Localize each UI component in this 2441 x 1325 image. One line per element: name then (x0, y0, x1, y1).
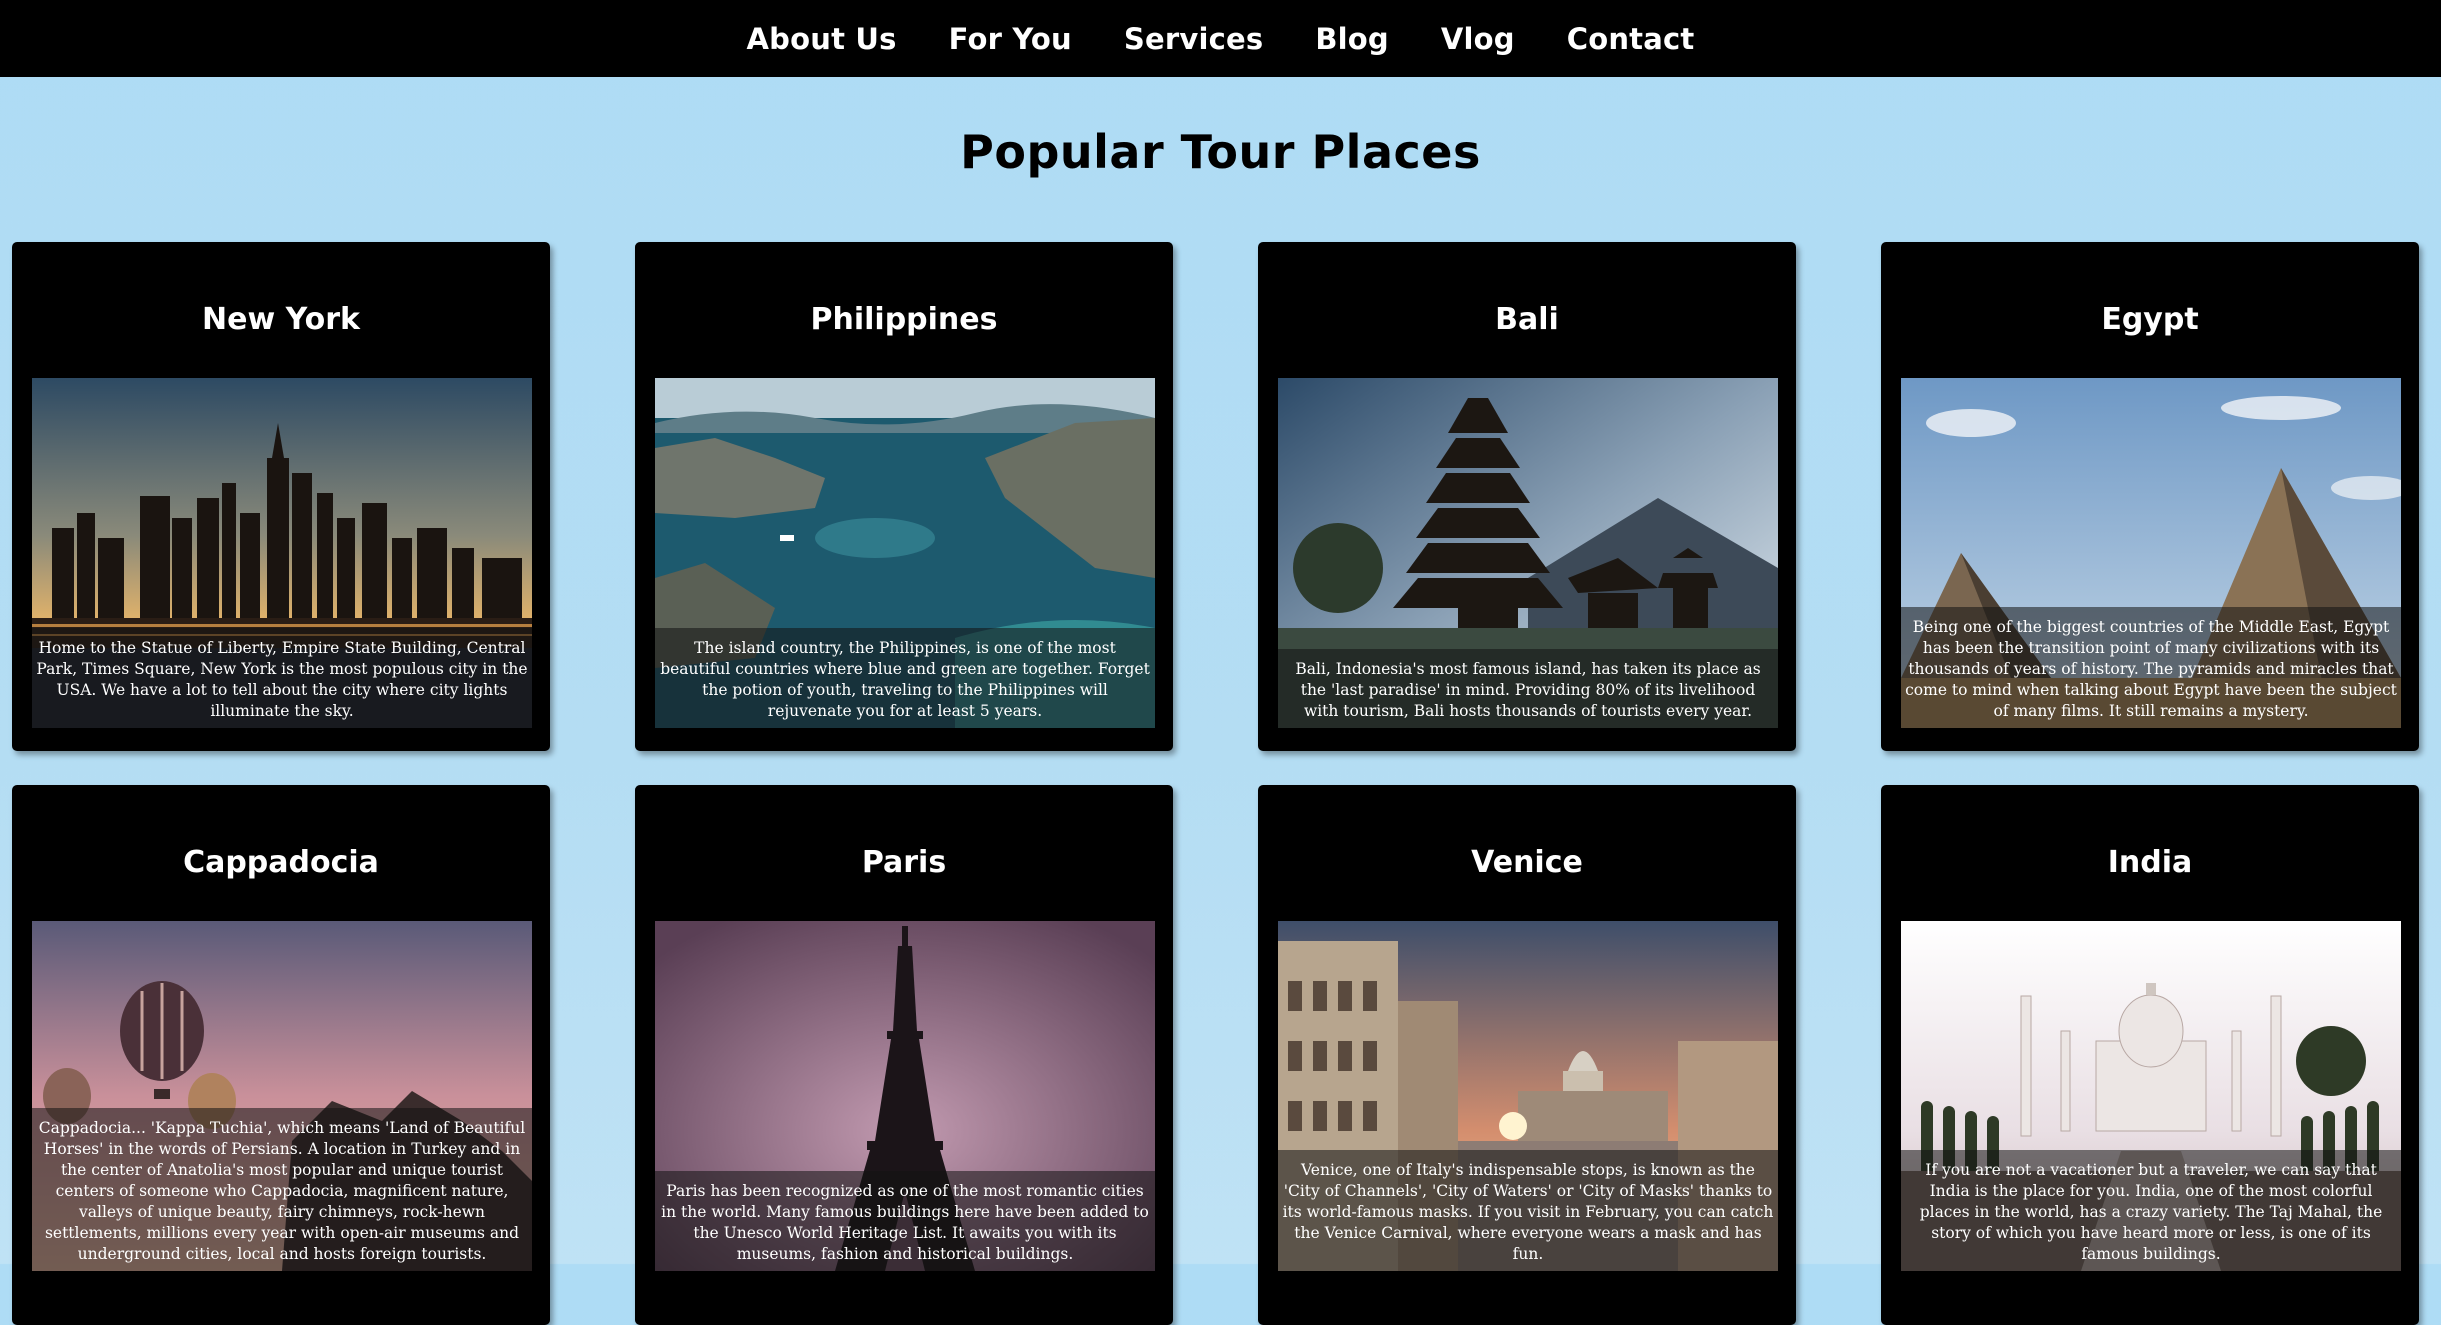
place-card-india[interactable]: India If you are not a vacationer but a … (1881, 785, 2419, 1325)
place-card-new-york[interactable]: New York Home to the Statue of Liberty, … (12, 242, 550, 751)
place-description: Venice, one of Italy's indispensable sto… (1278, 1150, 1778, 1271)
venice-canal-image: Venice, one of Italy's indispensable sto… (1278, 921, 1778, 1271)
bali-temple-image: Bali, Indonesia's most famous island, ha… (1278, 378, 1778, 728)
place-description: Being one of the biggest countries of th… (1901, 607, 2401, 728)
place-card-paris[interactable]: Paris Paris has been recognized as one o… (635, 785, 1173, 1325)
place-title: Bali (1495, 302, 1559, 337)
place-card-cappadocia[interactable]: Cappadocia Cappadocia... 'Kappa Tuchia',… (12, 785, 550, 1325)
place-description: Cappadocia... 'Kappa Tuchia', which mean… (32, 1108, 532, 1271)
paris-eiffel-tower-image: Paris has been recognized as one of the … (655, 921, 1155, 1271)
place-title: Egypt (2101, 302, 2199, 337)
new-york-skyline-image: Home to the Statue of Liberty, Empire St… (32, 378, 532, 728)
place-description: Paris has been recognized as one of the … (655, 1171, 1155, 1271)
places-grid: New York Home to the Statue of Liberty, … (0, 0, 2441, 1325)
place-title: Paris (861, 845, 947, 880)
place-card-venice[interactable]: Venice Venice, one of Italy's indispensa… (1258, 785, 1796, 1325)
india-taj-mahal-image: If you are not a vacationer but a travel… (1901, 921, 2401, 1271)
place-title: Philippines (810, 302, 998, 337)
place-description: Home to the Statue of Liberty, Empire St… (32, 628, 532, 728)
place-card-bali[interactable]: Bali Bali, Indonesia's most famous islan… (1258, 242, 1796, 751)
place-title: India (2107, 845, 2193, 880)
place-card-egypt[interactable]: Egypt Being one of the biggest countries… (1881, 242, 2419, 751)
cappadocia-balloons-image: Cappadocia... 'Kappa Tuchia', which mean… (32, 921, 532, 1271)
egypt-pyramids-image: Being one of the biggest countries of th… (1901, 378, 2401, 728)
place-description: The island country, the Philippines, is … (655, 628, 1155, 728)
philippines-lagoon-image: The island country, the Philippines, is … (655, 378, 1155, 728)
place-title: Venice (1471, 845, 1583, 880)
place-card-philippines[interactable]: Philippines The island country, the Phil… (635, 242, 1173, 751)
place-title: New York (202, 302, 360, 337)
place-description: If you are not a vacationer but a travel… (1901, 1150, 2401, 1271)
place-title: Cappadocia (183, 845, 379, 880)
place-description: Bali, Indonesia's most famous island, ha… (1278, 649, 1778, 728)
